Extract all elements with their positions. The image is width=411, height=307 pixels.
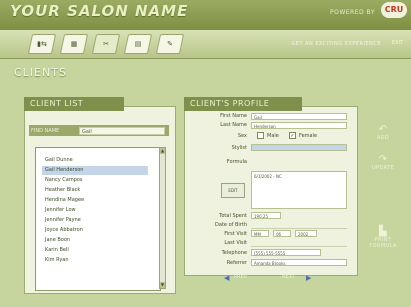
- list-item[interactable]: Jane Boon: [42, 236, 148, 245]
- print-icon: ▙: [378, 226, 388, 237]
- female-label: Female: [299, 133, 318, 139]
- document-button[interactable]: ▤: [123, 34, 153, 54]
- scissors-button[interactable]: ✂: [91, 34, 121, 54]
- date-of-birth-label: Date of Birth: [215, 222, 247, 228]
- list-item[interactable]: Hendina Magee: [42, 196, 148, 205]
- print-formula-button[interactable]: ▙ PRINT FORMULA: [366, 226, 400, 249]
- first-visit-day[interactable]: 06: [273, 230, 291, 237]
- prev-button[interactable]: PREV: [234, 274, 247, 280]
- formula-textarea[interactable]: 6/1/2002 - NC: [251, 171, 347, 209]
- formula-label: Formula: [226, 159, 247, 165]
- first-visit-label: First Visit: [224, 231, 247, 237]
- list-scrollbar[interactable]: ▲ ▼: [159, 147, 166, 289]
- update-arrow-icon: ↷: [378, 154, 388, 165]
- first-name-field[interactable]: Gail: [251, 113, 347, 120]
- male-checkbox[interactable]: [257, 132, 264, 139]
- first-name-label: First Name: [220, 113, 247, 119]
- last-name-label: Last Name: [220, 122, 247, 128]
- stylist-dropdown[interactable]: [251, 144, 347, 151]
- referrer-field[interactable]: Amanda Brooks: [251, 259, 347, 266]
- main-toolbar: ▮⇆ ▦ ✂ ▤ ✎ GET AN EXCITING EXPERIENCE EX…: [0, 30, 411, 59]
- update-label: UPDATE: [371, 165, 395, 171]
- female-checkbox[interactable]: ✓: [289, 132, 296, 139]
- app-frame: YOUR SALON NAME POWERED BY CRU ▮⇆ ▦ ✂ ▤ …: [0, 0, 411, 307]
- salon-name-title: YOUR SALON NAME: [10, 2, 189, 20]
- last-visit-rule: [251, 246, 347, 247]
- client-profile-title: CLIENT'S PROFILE: [184, 97, 302, 111]
- list-item[interactable]: Karin Bell: [42, 246, 148, 255]
- next-arrow-icon[interactable]: ▶: [306, 274, 311, 282]
- scroll-up-icon[interactable]: ▲: [160, 148, 165, 154]
- find-name-input[interactable]: Gail: [79, 127, 165, 135]
- list-item[interactable]: Jennifer Low: [42, 206, 148, 215]
- client-listbox[interactable]: Gail Dunne Gail Henderson Nancy Campos H…: [35, 147, 161, 291]
- client-list-panel: CLIENT LIST FIND NAME Gail Gail Dunne Ga…: [24, 97, 176, 294]
- find-name-label: FIND NAME: [31, 128, 60, 134]
- telephone-field[interactable]: (555) 555-5555: [251, 249, 321, 256]
- add-button[interactable]: ↶ ADD: [370, 124, 396, 141]
- grid-button[interactable]: ▦: [59, 34, 89, 54]
- grid-icon: ▦: [70, 40, 78, 48]
- edit-formula-icon[interactable]: EDIT: [221, 183, 245, 198]
- brand-logo: CRU: [381, 2, 407, 18]
- scroll-down-icon[interactable]: ▼: [160, 282, 165, 288]
- exit-link[interactable]: EXIT: [392, 40, 403, 46]
- client-list-title: CLIENT LIST: [24, 97, 124, 111]
- list-item[interactable]: Nancy Campos: [42, 176, 148, 185]
- home-icon: ▮⇆: [37, 40, 47, 48]
- home-button[interactable]: ▮⇆: [27, 34, 57, 54]
- total-spent-label: Total Spent: [219, 213, 247, 219]
- first-visit-year[interactable]: 2002: [295, 230, 317, 237]
- add-arrow-icon: ↶: [378, 124, 388, 135]
- print-label-line2: FORMULA: [369, 243, 397, 249]
- telephone-label: Telephone: [221, 250, 247, 256]
- pen-icon: ✎: [167, 40, 173, 48]
- list-item[interactable]: Heather Black: [42, 186, 148, 195]
- next-button[interactable]: NEXT: [282, 274, 295, 280]
- nav-link-text[interactable]: GET AN EXCITING EXPERIENCE: [291, 41, 381, 47]
- list-item[interactable]: Joyce Abbatron: [42, 226, 148, 235]
- first-visit-month[interactable]: MM: [251, 230, 269, 237]
- page-title: CLIENTS: [14, 66, 67, 79]
- add-label: ADD: [376, 135, 390, 141]
- list-item[interactable]: Kim Ryan: [42, 256, 148, 265]
- scissors-icon: ✂: [103, 40, 109, 48]
- list-item[interactable]: Jennifer Payne: [42, 216, 148, 225]
- male-label: Male: [267, 133, 279, 139]
- dob-rule: [251, 228, 347, 229]
- header-bar: YOUR SALON NAME POWERED BY CRU: [0, 0, 411, 31]
- last-name-field[interactable]: Henderson: [251, 122, 347, 129]
- powered-by-text: POWERED BY: [329, 9, 375, 16]
- update-button[interactable]: ↷ UPDATE: [368, 154, 398, 171]
- client-profile-panel: CLIENT'S PROFILE First Name Gail Last Na…: [184, 97, 358, 276]
- sex-label: Sex: [237, 133, 247, 139]
- referrer-label: Referrer: [226, 260, 247, 266]
- list-item[interactable]: Gail Dunne: [42, 156, 148, 165]
- list-item-selected[interactable]: Gail Henderson: [42, 166, 148, 175]
- document-icon: ▤: [134, 40, 142, 48]
- stylist-label: Stylist: [231, 145, 247, 151]
- last-visit-label: Last Visit: [224, 240, 247, 246]
- total-spent-field[interactable]: 190.25: [251, 212, 281, 219]
- pen-button[interactable]: ✎: [155, 34, 185, 54]
- prev-arrow-icon[interactable]: ◀: [224, 274, 229, 282]
